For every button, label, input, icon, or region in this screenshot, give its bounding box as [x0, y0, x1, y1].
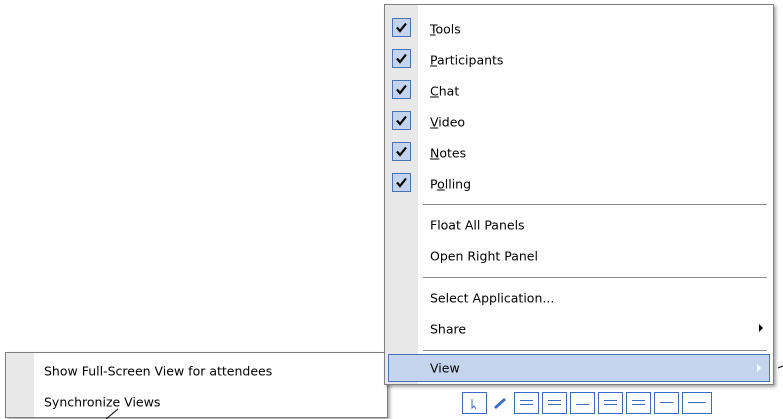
callout-line	[105, 365, 783, 419]
